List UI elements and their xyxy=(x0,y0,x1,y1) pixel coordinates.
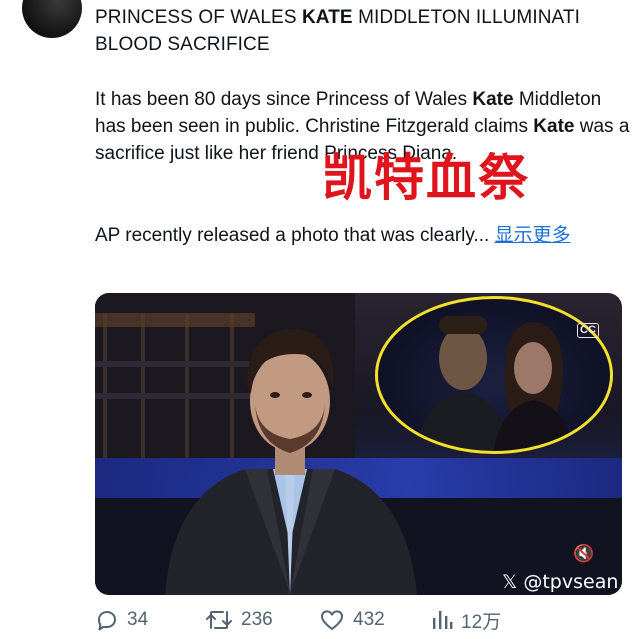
heart-icon xyxy=(321,610,343,630)
view-count: 12万 xyxy=(461,611,502,633)
avatar[interactable] xyxy=(22,0,82,38)
body-text-ap: AP recently released a photo that was cl… xyxy=(95,225,495,246)
body-bold-kate-2: Kate xyxy=(533,116,575,137)
mute-icon[interactable]: 🔇 xyxy=(573,545,594,563)
post-action-bar: 34 236 432 12万 xyxy=(95,604,625,636)
source-watermark: 𝕏 @tpvsean xyxy=(502,571,619,593)
body-bold-kate-1: Kate xyxy=(472,89,514,110)
views-bar-chart-icon xyxy=(433,611,453,629)
show-more-link[interactable]: 显示更多 xyxy=(495,225,571,246)
body-text-a: It has been 80 days since Princess of Wa… xyxy=(95,89,473,110)
video-player[interactable]: CC 🔇 𝕏 @tpvsean xyxy=(95,293,622,595)
headline-bold-name: KATE xyxy=(301,7,353,28)
headline-text: PRINCESS OF WALES xyxy=(95,7,302,28)
like-count: 432 xyxy=(353,609,385,630)
post-body-para2: AP recently released a photo that was cl… xyxy=(95,222,630,249)
news-anchor-graphic xyxy=(165,329,417,595)
repost-icon xyxy=(206,611,232,629)
views-action[interactable]: 12万 xyxy=(431,604,501,636)
captions-icon[interactable]: CC xyxy=(577,323,599,338)
post-headline: PRINCESS OF WALES KATE MIDDLETON ILLUMIN… xyxy=(95,4,625,58)
reply-action[interactable]: 34 xyxy=(95,604,148,636)
reply-count: 34 xyxy=(127,609,149,630)
like-action[interactable]: 432 xyxy=(319,604,385,636)
repost-action[interactable]: 236 xyxy=(205,604,273,636)
chinese-caption-overlay: 凯特血祭 xyxy=(322,149,530,207)
reply-bubble-icon xyxy=(98,611,116,631)
repost-count: 236 xyxy=(241,609,273,630)
